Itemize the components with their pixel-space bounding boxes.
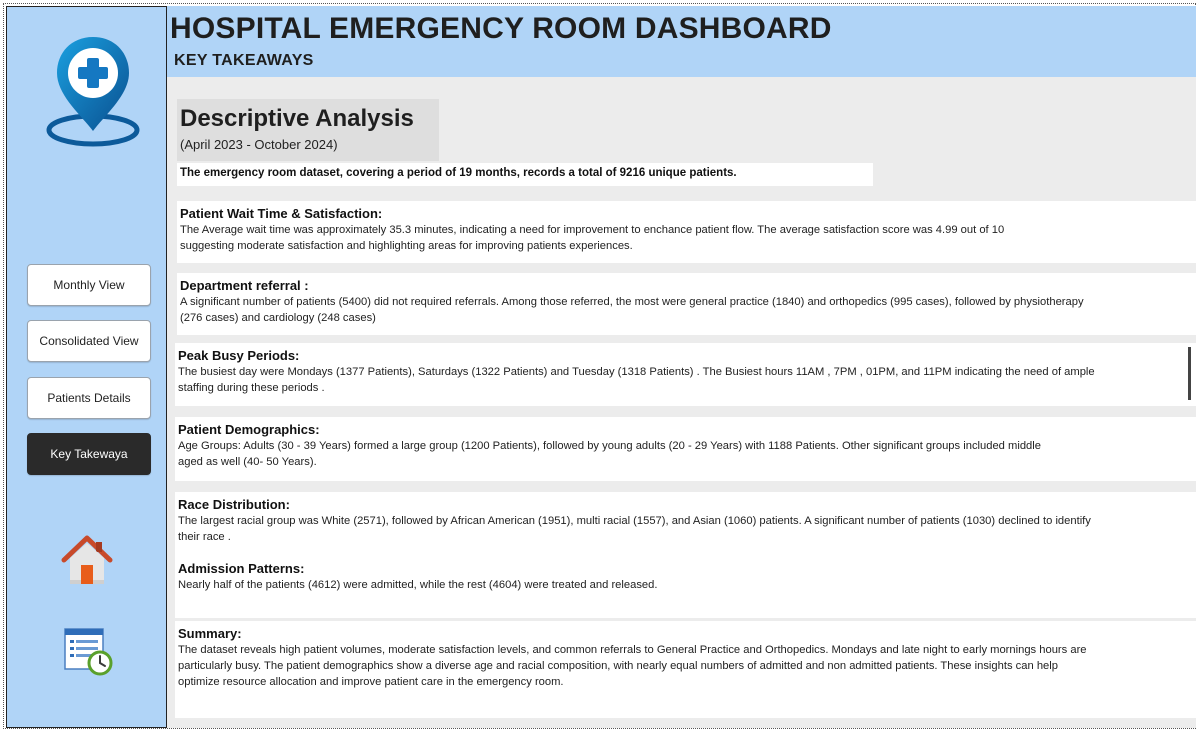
- section-line: aged as well (40- 50 Years).: [178, 456, 317, 468]
- section-line: The Average wait time was approximately …: [180, 224, 1005, 236]
- page-subtitle: KEY TAKEAWAYS: [174, 52, 314, 69]
- monthly-view-button[interactable]: Monthly View: [27, 264, 151, 306]
- takeaways-panel: Descriptive Analysis (April 2023 - Octob…: [167, 77, 1196, 728]
- section-line: particularly busy. The patient demograph…: [178, 660, 1058, 672]
- home-icon[interactable]: [60, 534, 114, 588]
- section-line: staffing during these periods .: [178, 382, 325, 394]
- section-title: Race Distribution:: [178, 497, 290, 512]
- hospital-location-pin-icon: [46, 37, 140, 147]
- analysis-intro: The emergency room dataset, covering a p…: [177, 163, 873, 186]
- consolidated-view-button[interactable]: Consolidated View: [27, 320, 151, 362]
- scrollbar-thumb[interactable]: [1188, 347, 1191, 400]
- section-title: Peak Busy Periods:: [178, 348, 300, 363]
- section-line: Age Groups: Adults (30 - 39 Years) forme…: [178, 440, 1041, 452]
- section-title: Department referral :: [180, 278, 309, 293]
- section-line: The busiest day were Mondays (1377 Patie…: [178, 366, 1095, 378]
- section-title: Admission Patterns:: [178, 561, 305, 576]
- report-timer-icon[interactable]: [62, 627, 114, 677]
- patients-details-button[interactable]: Patients Details: [27, 377, 151, 419]
- wait-time-section: Patient Wait Time & Satisfaction: The Av…: [177, 201, 1196, 263]
- section-title: Summary:: [178, 626, 242, 641]
- section-line: their race .: [178, 531, 231, 543]
- sidebar: Monthly View Consolidated View Patients …: [6, 6, 167, 728]
- section-line: (276 cases) and cardiology (248 cases): [180, 312, 376, 324]
- section-line: The largest racial group was White (2571…: [178, 515, 1091, 527]
- page-header: HOSPITAL EMERGENCY ROOM DASHBOARD KEY TA…: [167, 6, 1196, 77]
- summary-section: Summary: The dataset reveals high patien…: [175, 621, 1196, 718]
- peak-busy-section: Peak Busy Periods: The busiest day were …: [175, 343, 1196, 406]
- race-admission-section: Race Distribution: The largest racial gr…: [175, 492, 1196, 618]
- section-title: Patient Demographics:: [178, 422, 320, 437]
- page-title: HOSPITAL EMERGENCY ROOM DASHBOARD: [170, 12, 832, 45]
- analysis-title: Descriptive Analysis: [180, 105, 414, 132]
- section-line: The dataset reveals high patient volumes…: [178, 644, 1087, 656]
- section-line: A significant number of patients (5400) …: [180, 296, 1084, 308]
- demographics-section: Patient Demographics: Age Groups: Adults…: [175, 417, 1196, 481]
- key-takeaways-button[interactable]: Key Takewaya: [27, 433, 151, 475]
- department-referral-section: Department referral : A significant numb…: [177, 273, 1196, 335]
- section-line: suggesting moderate satisfaction and hig…: [180, 240, 633, 252]
- section-title: Patient Wait Time & Satisfaction:: [180, 206, 383, 221]
- section-line: optimize resource allocation and improve…: [178, 676, 564, 688]
- section-line: Nearly half of the patients (4612) were …: [178, 579, 658, 591]
- analysis-period: (April 2023 - October 2024): [180, 137, 338, 152]
- descriptive-analysis-box: Descriptive Analysis (April 2023 - Octob…: [177, 99, 439, 161]
